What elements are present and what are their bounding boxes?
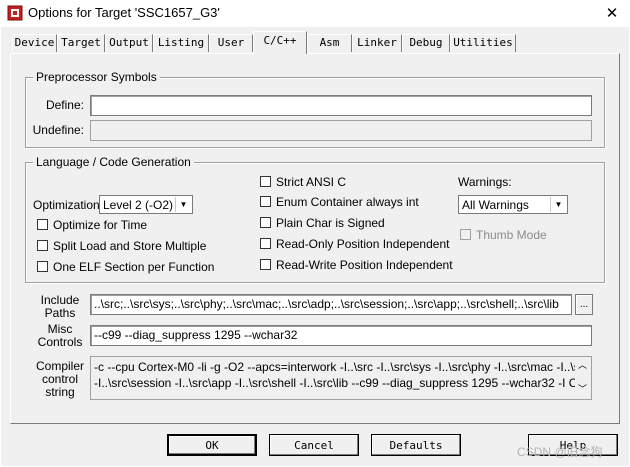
optimize-for-time-checkbox[interactable] bbox=[37, 219, 48, 230]
tab-utilities[interactable]: Utilities bbox=[450, 34, 516, 52]
window-title: Options for Target 'SSC1657_G3' bbox=[28, 5, 220, 20]
ok-button[interactable]: OK bbox=[167, 434, 257, 456]
chevron-down-icon[interactable]: ﹀ bbox=[578, 382, 587, 395]
tab-user[interactable]: User bbox=[209, 34, 253, 52]
enum-container-label: Enum Container always int bbox=[276, 195, 419, 209]
compiler-line: -I..\src\session -I..\src\app -I..\src\s… bbox=[94, 376, 592, 390]
strict-ansi-c-label: Strict ANSI C bbox=[276, 175, 347, 189]
ropi-label: Read-Only Position Independent bbox=[276, 237, 450, 251]
thumb-mode-label: Thumb Mode bbox=[476, 228, 547, 242]
include-paths-label: Include Paths bbox=[30, 294, 90, 320]
ropi-checkbox[interactable] bbox=[260, 238, 271, 249]
tab-debug[interactable]: Debug bbox=[402, 34, 450, 52]
tab-label: User bbox=[217, 36, 245, 49]
language-code-generation-legend: Language / Code Generation bbox=[33, 155, 194, 169]
tab-label: Output bbox=[109, 36, 149, 49]
tab-device[interactable]: Device bbox=[12, 34, 57, 52]
chevron-up-icon[interactable]: ︿ bbox=[578, 358, 587, 371]
tab-output[interactable]: Output bbox=[105, 34, 153, 52]
close-button[interactable]: ✕ bbox=[598, 2, 626, 24]
warnings-value: All Warnings bbox=[462, 198, 529, 212]
tab-label: Linker bbox=[357, 36, 397, 49]
misc-controls-label: Misc Controls bbox=[30, 323, 90, 349]
optimization-value: Level 2 (-O2) bbox=[103, 198, 174, 212]
tab-label: C/C++ bbox=[263, 34, 297, 47]
tab-asm[interactable]: Asm bbox=[307, 34, 352, 52]
enum-container-checkbox[interactable] bbox=[260, 196, 271, 207]
optimization-label: Optimization: bbox=[33, 198, 104, 212]
target-options-app-icon bbox=[7, 5, 23, 21]
one-elf-section-label: One ELF Section per Function bbox=[53, 260, 215, 274]
tab-label: Target bbox=[61, 36, 101, 49]
preprocessor-symbols-legend: Preprocessor Symbols bbox=[33, 70, 160, 84]
warnings-label: Warnings: bbox=[458, 175, 512, 189]
undefine-input[interactable] bbox=[90, 120, 592, 141]
optimize-for-time-label: Optimize for Time bbox=[53, 218, 148, 232]
chevron-down-icon: ▼ bbox=[550, 197, 566, 212]
compiler-line: -c --cpu Cortex-M0 -li -g -O2 --apcs=int… bbox=[94, 360, 592, 374]
thumb-mode-checkbox[interactable] bbox=[460, 229, 471, 240]
defaults-button[interactable]: Defaults bbox=[371, 434, 461, 456]
misc-controls-input[interactable]: --c99 --diag_suppress 1295 --wchar32 bbox=[90, 325, 592, 346]
one-elf-section-checkbox[interactable] bbox=[37, 261, 48, 272]
tab-c-cpp[interactable]: C/C++ bbox=[253, 31, 307, 54]
watermark: CSDN @旧念狗 bbox=[517, 445, 603, 459]
strict-ansi-c-checkbox[interactable] bbox=[260, 176, 271, 187]
plain-char-signed-label: Plain Char is Signed bbox=[276, 216, 385, 230]
define-input[interactable] bbox=[90, 95, 592, 116]
tab-target[interactable]: Target bbox=[57, 34, 105, 52]
tab-listing[interactable]: Listing bbox=[153, 34, 209, 52]
include-label-line: Paths bbox=[44, 306, 76, 320]
tab-label: Listing bbox=[157, 36, 205, 49]
rwpi-label: Read-Write Position Independent bbox=[276, 258, 453, 272]
split-load-store-label: Split Load and Store Multiple bbox=[53, 239, 207, 253]
warnings-select[interactable]: All Warnings ▼ bbox=[458, 195, 568, 214]
split-load-store-checkbox[interactable] bbox=[37, 240, 48, 251]
rwpi-checkbox[interactable] bbox=[260, 259, 271, 270]
tab-label: Debug bbox=[409, 36, 443, 49]
tab-label: Device bbox=[14, 36, 55, 49]
compiler-control-string-label: Compiler control string bbox=[30, 360, 90, 399]
chevron-down-icon: ▼ bbox=[175, 197, 191, 212]
include-paths-input[interactable]: ..\src;..\src\sys;..\src\phy;..\src\mac;… bbox=[90, 294, 572, 315]
cancel-button[interactable]: Cancel bbox=[269, 434, 359, 456]
define-label: Define: bbox=[45, 98, 84, 112]
optimization-select[interactable]: Level 2 (-O2) ▼ bbox=[99, 195, 193, 214]
misc-label-line: Controls bbox=[37, 335, 83, 349]
tab-label: Utilities bbox=[453, 36, 513, 49]
include-paths-browse-button[interactable]: ... bbox=[575, 294, 593, 315]
compiler-control-string-textarea[interactable]: -c --cpu Cortex-M0 -li -g -O2 --apcs=int… bbox=[90, 356, 592, 400]
tab-label: Asm bbox=[319, 36, 340, 49]
undefine-label: Undefine: bbox=[32, 123, 84, 137]
close-icon: ✕ bbox=[605, 5, 619, 22]
compiler-scrollbar[interactable]: ︿ ﹀ bbox=[575, 357, 591, 399]
plain-char-signed-checkbox[interactable] bbox=[260, 217, 271, 228]
tab-linker[interactable]: Linker bbox=[352, 34, 402, 52]
compiler-label-line: string bbox=[45, 385, 75, 399]
